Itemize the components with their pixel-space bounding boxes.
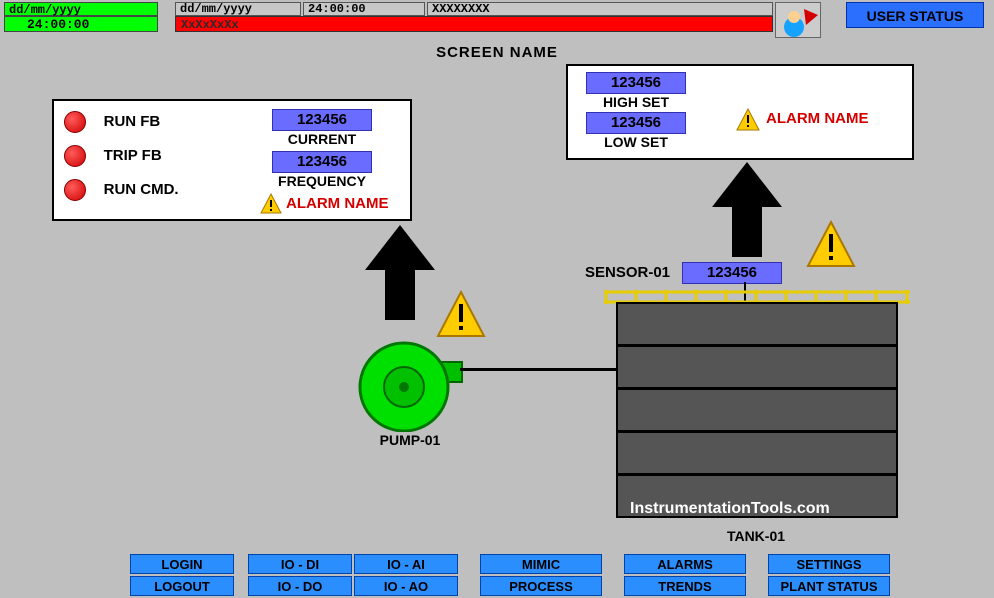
high-set-value: 123456: [586, 72, 686, 94]
pipe-horizontal: [460, 368, 616, 371]
frequency-label: FREQUENCY: [262, 173, 382, 189]
arrow-up-icon: [712, 162, 782, 262]
user-status-button[interactable]: USER STATUS: [846, 2, 984, 28]
io-ai-button[interactable]: IO - AI: [354, 554, 458, 574]
plant-status-button[interactable]: PLANT STATUS: [768, 576, 890, 596]
arrow-up-icon: [365, 225, 435, 325]
run-fb-label: RUN FB: [104, 113, 161, 130]
warning-icon: [806, 220, 856, 270]
current-value: 123456: [272, 109, 372, 131]
current-label: CURRENT: [272, 131, 372, 147]
trip-fb-lamp: [64, 145, 86, 167]
pump-status-panel: RUN FB TRIP FB RUN CMD. 123456 CURRENT 1…: [52, 99, 412, 221]
sensor-status-panel: 123456 HIGH SET 123456 LOW SET ALARM NAM…: [566, 64, 914, 160]
process-button[interactable]: PROCESS: [480, 576, 602, 596]
warning-icon: [736, 108, 760, 132]
run-cmd-label: RUN CMD.: [104, 181, 179, 198]
header-date-primary: dd/mm/yyyy: [4, 2, 158, 16]
low-set-label: LOW SET: [586, 134, 686, 150]
io-do-button[interactable]: IO - DO: [248, 576, 352, 596]
pump-alarm-name: ALARM NAME: [286, 195, 389, 212]
login-button[interactable]: LOGIN: [130, 554, 234, 574]
sensor-value: 123456: [682, 262, 782, 284]
low-set-value: 123456: [586, 112, 686, 134]
io-ao-button[interactable]: IO - AO: [354, 576, 458, 596]
user-avatar[interactable]: [775, 2, 821, 38]
header-tag-field: XXXXXXXX: [427, 2, 773, 16]
high-set-label: HIGH SET: [586, 94, 686, 110]
trip-fb-label: TRIP FB: [104, 147, 162, 164]
alarm-banner: XxXxXxXx: [175, 16, 773, 32]
run-cmd-lamp: [64, 179, 86, 201]
tank-label: TANK-01: [706, 528, 806, 544]
alarms-button[interactable]: ALARMS: [624, 554, 746, 574]
sensor-label: SENSOR-01: [585, 264, 670, 281]
frequency-value: 123456: [272, 151, 372, 173]
pump-label: PUMP-01: [360, 432, 460, 448]
settings-button[interactable]: SETTINGS: [768, 554, 890, 574]
trends-button[interactable]: TRENDS: [624, 576, 746, 596]
sensor-alarm-name: ALARM NAME: [766, 110, 869, 127]
mimic-button[interactable]: MIMIC: [480, 554, 602, 574]
logout-button[interactable]: LOGOUT: [130, 576, 234, 596]
pump-icon[interactable]: [354, 332, 464, 432]
warning-icon: [260, 193, 282, 215]
header-time-secondary: 24:00:00: [303, 2, 425, 16]
header-date-secondary: dd/mm/yyyy: [175, 2, 301, 16]
io-di-button[interactable]: IO - DI: [248, 554, 352, 574]
header-time-primary: 24:00:00: [4, 16, 158, 32]
screen-title: SCREEN NAME: [0, 44, 994, 61]
watermark-text: InstrumentationTools.com: [630, 500, 830, 518]
run-fb-lamp: [64, 111, 86, 133]
avatar-icon: [776, 3, 822, 39]
tank-graphic[interactable]: [616, 302, 898, 518]
